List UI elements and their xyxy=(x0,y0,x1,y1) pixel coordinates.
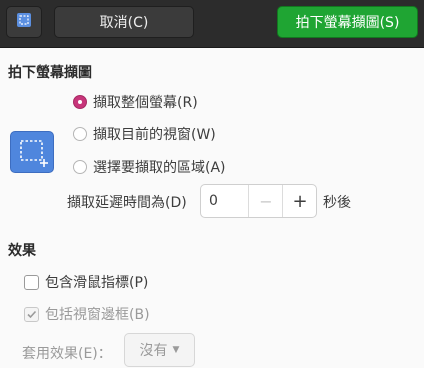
include-border-checkbox[interactable]: 包括視窗邊框(B) xyxy=(24,304,150,324)
take-screenshot-button[interactable]: 拍下螢幕擷圖(S) xyxy=(277,6,418,38)
selection-area-icon xyxy=(10,131,54,173)
radio-select-area-label: 選擇要擷取的區域(A) xyxy=(93,160,226,176)
radio-selected-icon[interactable] xyxy=(73,95,87,109)
radio-whole-screen[interactable]: 擷取整個螢幕(R) xyxy=(73,92,198,112)
checkmark-icon[interactable] xyxy=(24,306,39,322)
cancel-button[interactable]: 取消(C) xyxy=(54,6,194,38)
include-border-label: 包括視窗邊框(B) xyxy=(45,307,150,323)
delay-spinbutton[interactable]: 0 − + xyxy=(200,184,317,218)
apply-effect-label: 套用效果(E)： xyxy=(22,346,112,362)
radio-current-window-label: 擷取目前的視窗(W) xyxy=(93,127,216,143)
decrement-icon[interactable]: − xyxy=(248,185,283,217)
checkbox-icon[interactable] xyxy=(24,274,39,290)
apply-effect-value: 沒有 xyxy=(139,343,168,359)
header-bar: 取消(C) 拍下螢幕擷圖(S) xyxy=(0,0,424,48)
capture-section-title: 拍下螢幕擷圖 xyxy=(8,65,92,81)
include-pointer-label: 包含滑鼠指標(P) xyxy=(45,275,149,291)
screenshot-app-icon xyxy=(16,12,32,32)
radio-whole-screen-label: 擷取整個螢幕(R) xyxy=(93,95,198,111)
dropdown-arrow-icon: ▼ xyxy=(172,345,180,355)
radio-current-window[interactable]: 擷取目前的視窗(W) xyxy=(73,124,216,144)
delay-label: 擷取延遲時間為(D) xyxy=(67,195,187,211)
include-pointer-checkbox[interactable]: 包含滑鼠指標(P) xyxy=(24,272,148,292)
effects-section-title: 效果 xyxy=(8,243,36,259)
apply-effect-dropdown[interactable]: 沒有 ▼ xyxy=(124,333,195,367)
app-menu-button[interactable] xyxy=(6,6,42,38)
radio-unselected-icon[interactable] xyxy=(73,160,87,174)
delay-value[interactable]: 0 xyxy=(209,193,218,209)
increment-icon[interactable]: + xyxy=(282,185,317,217)
radio-select-area[interactable]: 選擇要擷取的區域(A) xyxy=(73,157,226,177)
radio-unselected-icon[interactable] xyxy=(73,127,87,141)
seconds-label: 秒後 xyxy=(323,195,351,211)
